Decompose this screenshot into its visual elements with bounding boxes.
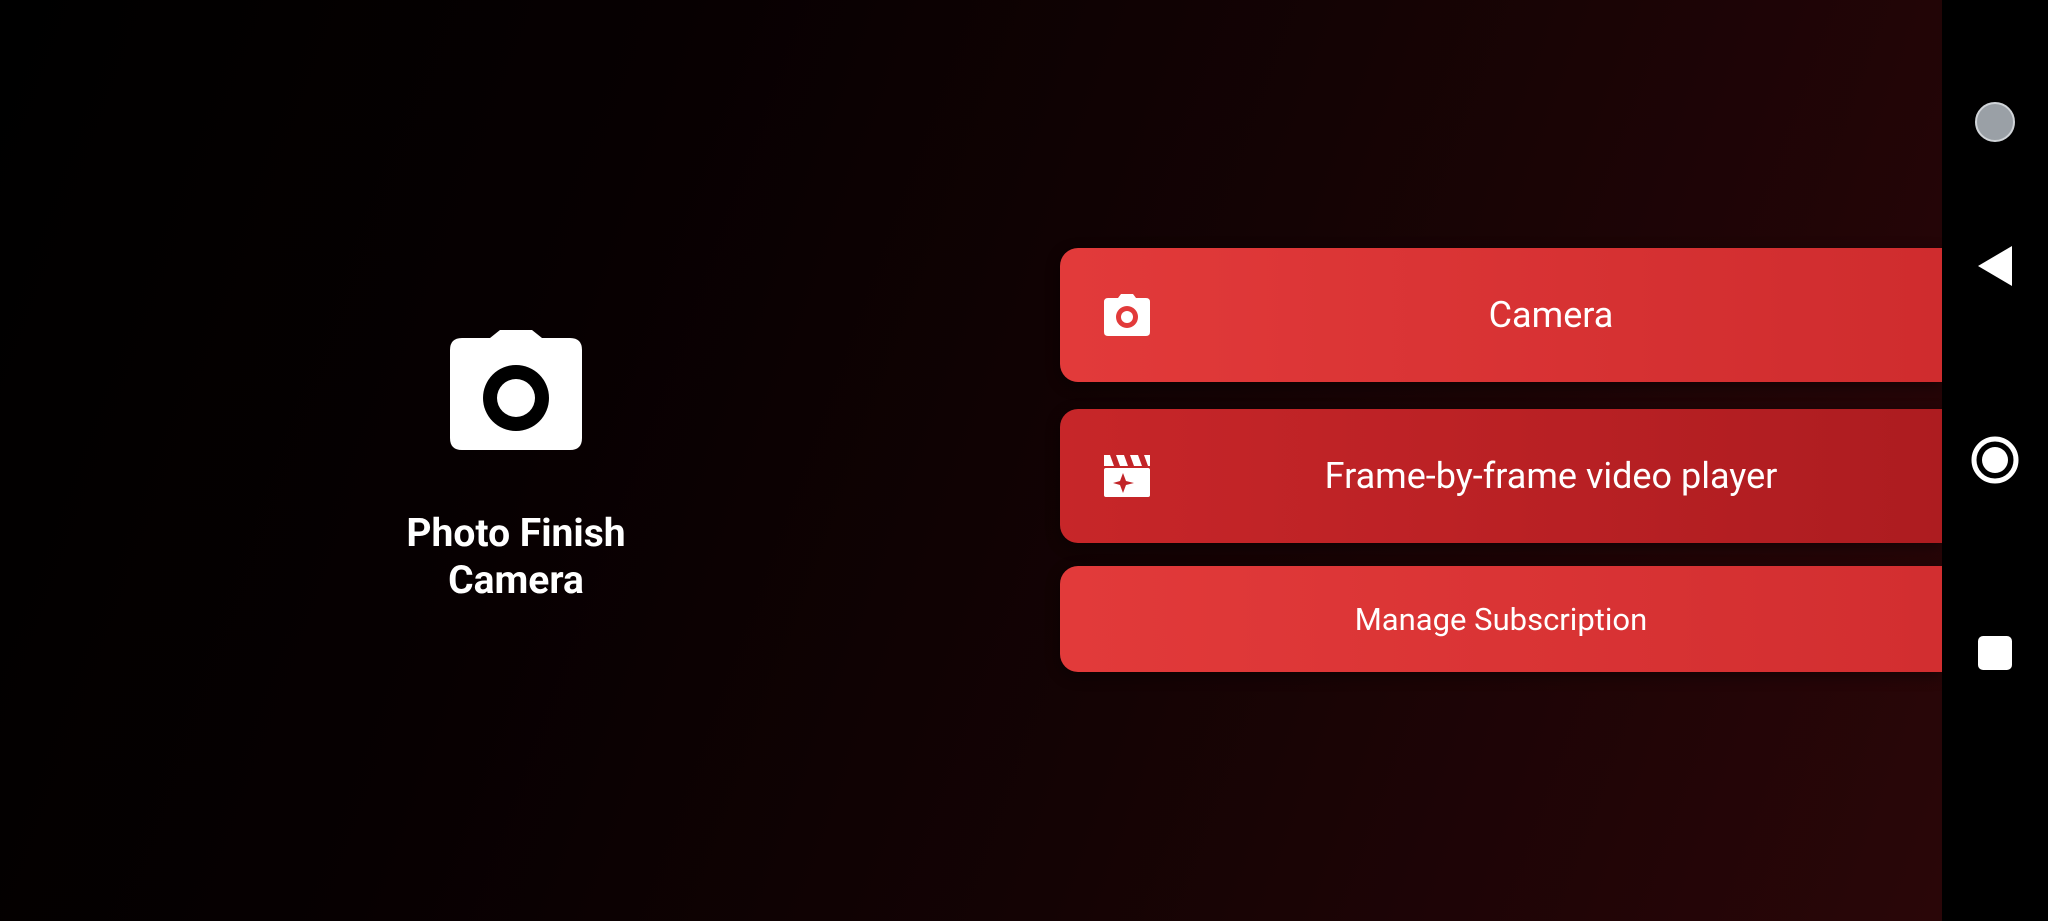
camera-icon <box>1104 294 1150 336</box>
system-navigation-bar <box>1942 0 2048 921</box>
video-player-button[interactable]: Frame-by-frame video player <box>1060 409 1942 543</box>
app-title: Photo Finish Camera <box>406 510 626 603</box>
clapperboard-icon <box>1104 455 1150 497</box>
app-screen: Photo Finish Camera Camera Frame-by-fram… <box>0 0 1942 921</box>
camera-button-label: Camera <box>1488 294 1614 336</box>
home-icon[interactable] <box>1971 436 2019 484</box>
video-player-button-label: Frame-by-frame video player <box>1324 455 1778 497</box>
recents-icon[interactable] <box>1978 636 2012 670</box>
manage-subscription-label: Manage Subscription <box>1354 600 1648 638</box>
camera-icon <box>450 330 582 450</box>
app-branding: Photo Finish Camera <box>376 330 656 604</box>
assistant-dot-icon[interactable] <box>1975 102 2015 142</box>
camera-button[interactable]: Camera <box>1060 248 1942 382</box>
manage-subscription-button[interactable]: Manage Subscription <box>1060 566 1942 672</box>
back-icon[interactable] <box>1978 246 2012 286</box>
